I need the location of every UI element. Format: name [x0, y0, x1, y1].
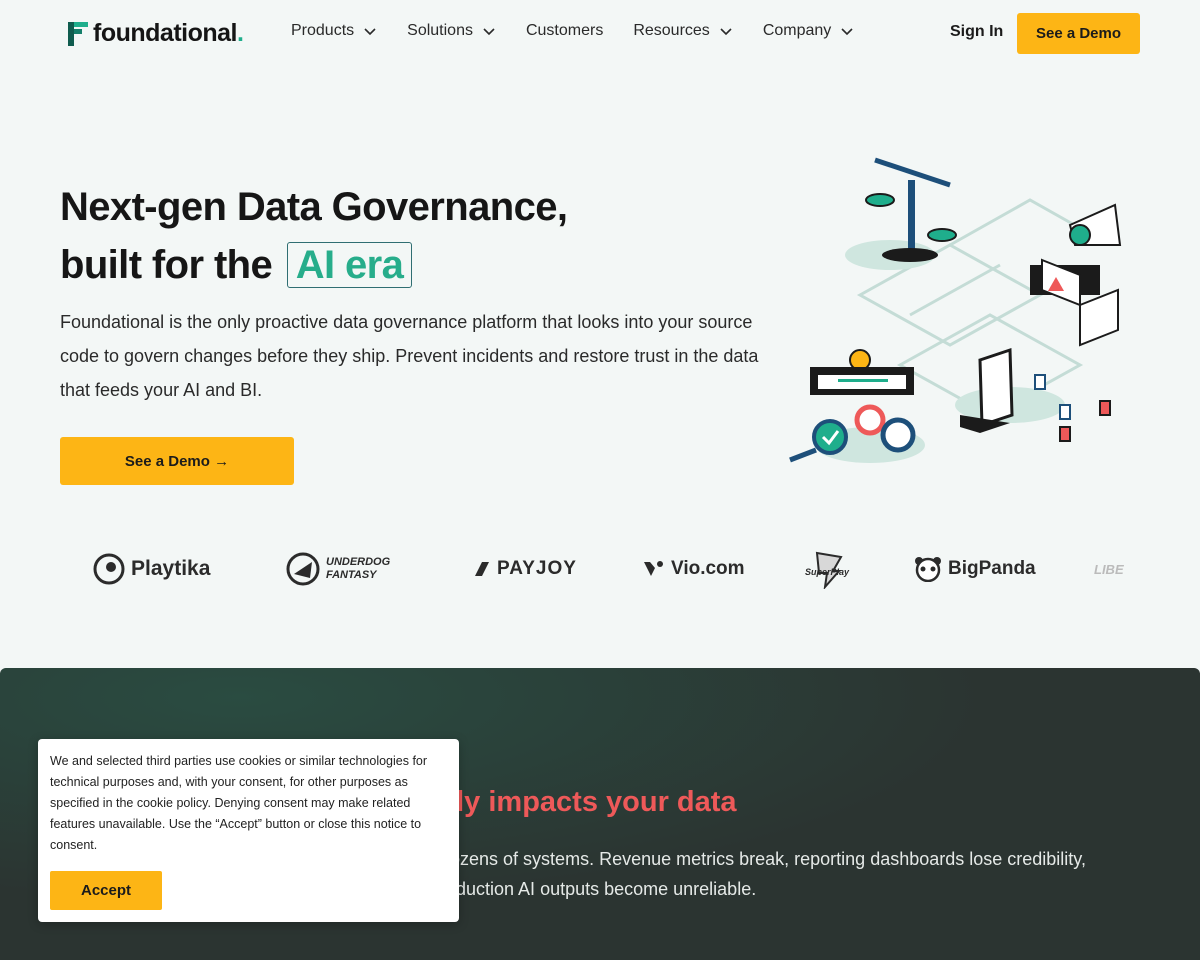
ai-era-highlight: AI era: [286, 242, 413, 288]
nav-solutions-label: Solutions: [407, 22, 473, 39]
customer-logo-vio: Vio.com: [643, 545, 745, 593]
customer-logo-playtika: Playtika: [93, 545, 210, 593]
chevron-down-icon: [720, 28, 732, 36]
nav-solutions[interactable]: Solutions: [407, 22, 496, 40]
hero-title-line2: built for the AI era: [60, 236, 567, 294]
dashboard-panel-icon: [810, 349, 914, 395]
customer-logo-payjoy: PAYJOY: [473, 545, 577, 593]
hero-description: Foundational is the only proactive data …: [60, 312, 759, 400]
hero-title: Next-gen Data Governance, built for the …: [60, 178, 568, 294]
customer-logos: Playtika UNDERDOG FANTASY PAYJOY Vio.com…: [0, 545, 1200, 593]
nav-products[interactable]: Products: [291, 22, 377, 40]
chat-icon: [1079, 288, 1119, 347]
nav-resources-label: Resources: [633, 22, 710, 39]
superplay-logo-icon: SuperPlay: [805, 551, 850, 589]
chevron-down-icon: [364, 28, 376, 36]
customer-logo-underdog: UNDERDOG FANTASY: [286, 545, 398, 593]
customer-logo-libe: LIBE: [1094, 561, 1124, 577]
playtika-logo-icon: [93, 553, 125, 585]
nav-customers-label: Customers: [525, 22, 604, 39]
svg-text:SuperPlay: SuperPlay: [805, 567, 850, 577]
chevron-down-icon: [483, 28, 495, 36]
nav-company[interactable]: Company: [763, 22, 854, 40]
see-demo-button-hero[interactable]: See a Demo →: [60, 437, 294, 485]
chevron-down-icon: [841, 28, 853, 36]
nav-customers[interactable]: Customers: [526, 22, 603, 40]
main-menu: Products Solutions Customers Resources C…: [291, 22, 854, 40]
nav-products-label: Products: [291, 22, 355, 39]
nav-company-label: Company: [762, 22, 832, 39]
hero-title-line1: Next-gen Data Governance,: [60, 185, 568, 229]
customer-logo-bigpanda: BigPanda: [914, 545, 1036, 593]
impact-section-title: sly impacts your data: [440, 786, 737, 818]
governance-illustration: [789, 157, 1122, 463]
vio-logo-icon: [644, 561, 663, 576]
see-demo-button-header[interactable]: See a Demo: [1017, 13, 1140, 54]
customer-logo-superplay: SuperPlay: [803, 545, 853, 593]
cookie-notice-text: We and selected third parties use cookie…: [50, 754, 428, 852]
top-navigation: foundational. Products Solutions Custome…: [0, 0, 1200, 66]
cookie-consent-banner: We and selected third parties use cookie…: [38, 739, 459, 922]
accept-cookies-button[interactable]: Accept: [50, 871, 162, 910]
nav-resources[interactable]: Resources: [633, 22, 732, 40]
foundational-logo-icon: [68, 21, 88, 46]
logo-wordmark: foundational.: [93, 19, 244, 47]
payjoy-logo-icon: [475, 562, 489, 576]
impact-section-description: dozens of systems. Revenue metrics break…: [440, 849, 1086, 899]
sign-in-link[interactable]: Sign In: [950, 23, 1003, 41]
underdog-logo-icon: [286, 552, 320, 586]
foundational-logo[interactable]: foundational.: [68, 19, 244, 48]
bigpanda-logo-icon: [915, 557, 941, 582]
